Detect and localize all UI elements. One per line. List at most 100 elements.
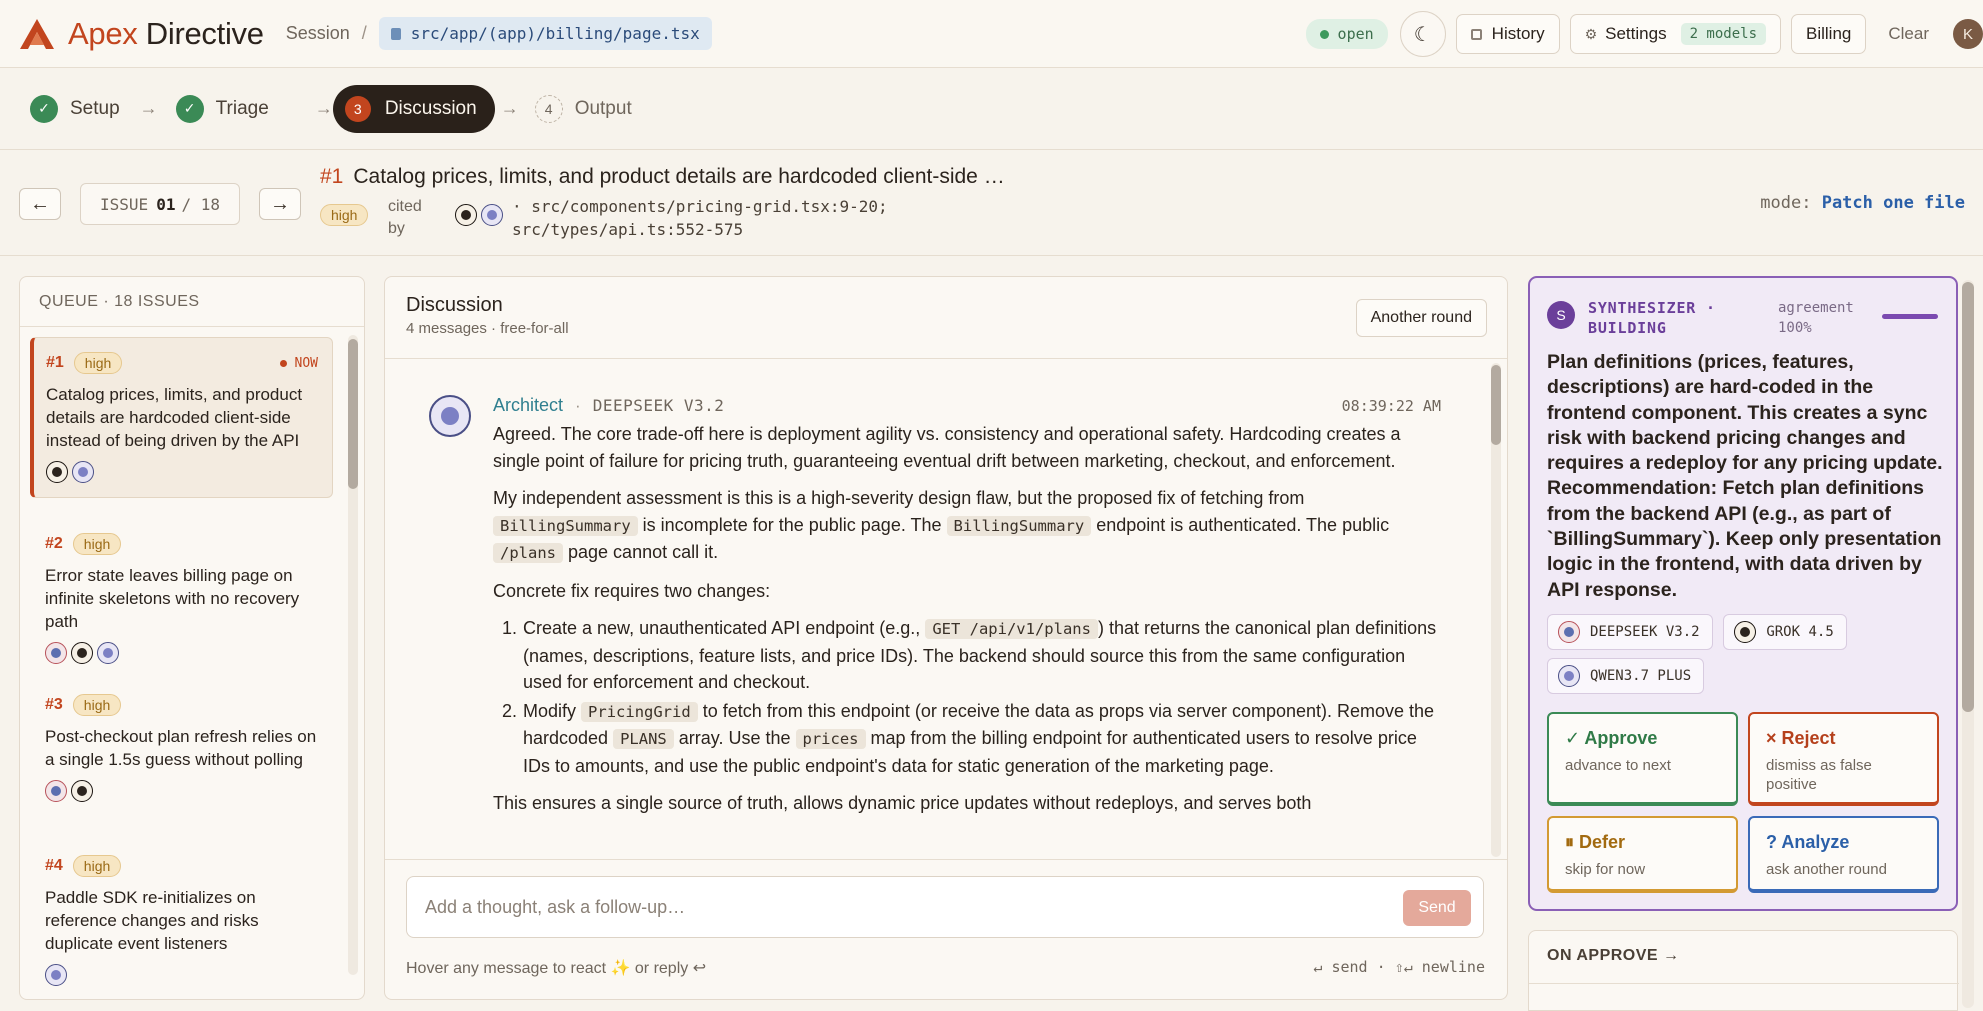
inline-code: GET /api/v1/plans (925, 619, 1098, 639)
step-discussion[interactable]: 3 Discussion (332, 84, 495, 133)
inline-code: prices (795, 729, 866, 749)
defer-subtitle: skip for now (1565, 861, 1646, 878)
send-button[interactable]: Send (1403, 890, 1471, 926)
billing-label: Billing (1806, 24, 1852, 43)
brand[interactable]: Apex Directive (18, 16, 264, 52)
message-body[interactable]: Agreed. The core trade-off here is deplo… (493, 421, 1441, 828)
model-chip[interactable]: DEEPSEEK V3.2 (1547, 614, 1713, 650)
brand-name: Apex Directive (68, 15, 264, 51)
issue-title: #1 Catalog prices, limits, and product de… (320, 165, 1005, 189)
message-text: array. Use the (678, 728, 791, 748)
history-button[interactable]: History (1455, 14, 1560, 54)
model-chip[interactable]: QWEN3.7 PLUS (1547, 658, 1705, 694)
queue-item[interactable]: #2 high Error state leaves billing page … (30, 519, 333, 678)
analyze-button[interactable]: ? Analyze ask another round (1748, 816, 1939, 893)
approve-subtitle: advance to next (1565, 757, 1671, 774)
model-chip-label: QWEN3.7 PLUS (1590, 668, 1692, 684)
arrow-left-icon: ← (30, 192, 50, 215)
cited-files[interactable]: · src/components/pricing-grid.tsx:9-20; … (512, 195, 888, 241)
severity-badge: high (320, 204, 369, 226)
scrollbar-thumb[interactable] (1962, 282, 1974, 712)
mode-value: Patch one file (1821, 193, 1965, 213)
status-dot-icon (1319, 29, 1329, 39)
severity-badge: high (73, 352, 123, 374)
inline-code: BillingSummary (493, 515, 638, 536)
message-text: Create a new, unauthenticated API endpoi… (523, 618, 921, 638)
model-avatar (1558, 665, 1580, 687)
arrow-right-icon: → (139, 98, 158, 118)
check-icon: ✓ (30, 94, 58, 123)
step-output[interactable]: 4 Output (534, 94, 632, 123)
prev-issue-button[interactable]: ← (19, 188, 61, 220)
model-avatar (455, 204, 477, 226)
sidebar-scrollbar[interactable] (1962, 280, 1974, 1008)
reject-button[interactable]: × Reject dismiss as false positive (1748, 712, 1939, 806)
step-number: 3 (344, 95, 371, 122)
reject-subtitle: dismiss as false positive (1766, 757, 1872, 793)
queue-item-text: Catalog prices, limits, and product deta… (46, 385, 303, 450)
model-avatar (45, 642, 67, 664)
approve-title: ✓ Approve (1565, 728, 1658, 748)
inline-code: BillingSummary (946, 515, 1092, 536)
synthesis-text: Plan definitions (prices, features, desc… (1547, 351, 1943, 601)
cited-avatars (455, 204, 507, 226)
clear-button[interactable]: Clear (1888, 24, 1929, 44)
issue-title-text: Catalog prices, limits, and product deta… (353, 165, 1005, 188)
breadcrumb-session[interactable]: Session (286, 23, 350, 44)
model-chips: DEEPSEEK V3.2 GROK 4.5 QWEN3.7 PLUS (1547, 614, 1943, 702)
theme-toggle-button[interactable]: ☾ (1399, 11, 1446, 57)
queue-item[interactable]: #3 high Post-checkout plan refresh relie… (30, 680, 333, 816)
queue-title: QUEUE · 18 ISSUES (20, 277, 364, 327)
step-triage[interactable]: ✓ Triage (175, 94, 269, 123)
moon-icon: ☾ (1413, 23, 1432, 46)
severity-badge: high (72, 533, 122, 555)
message-scrollbar[interactable] (1491, 363, 1501, 857)
another-round-button[interactable]: Another round (1355, 299, 1487, 337)
agreement-bar-fill (1882, 314, 1938, 319)
file-path-chip[interactable]: src/app/(app)/billing/page.tsx (378, 17, 712, 50)
model-avatar (72, 461, 94, 483)
mode-indicator[interactable]: mode: Patch one file (1760, 193, 1965, 213)
issue-number: #1 (320, 165, 344, 188)
synthesizer-label: SYNTHESIZER · BUILDING (1588, 299, 1716, 337)
model-avatar (45, 964, 67, 986)
message-text: Modify (523, 700, 577, 721)
queue-item-avatars (45, 964, 319, 986)
workflow-stepper: ✓ Setup → ✓ Triage → 3 Discussion → 4 Ou… (0, 68, 1983, 150)
now-dot-icon (279, 359, 287, 367)
status-badge: open (1305, 19, 1388, 49)
keyboard-hint: ↵ send · ⇧↵ newline (1313, 958, 1485, 976)
settings-button[interactable]: ⚙ Settings 2 models (1569, 14, 1782, 54)
message-text: My independent assessment is this is a h… (493, 488, 1305, 508)
message-paragraph: Agreed. The core trade-off here is deplo… (493, 424, 1401, 471)
defer-button[interactable]: ⏸ Defer skip for now (1547, 816, 1738, 893)
queue-item[interactable]: #4 high Paddle SDK re-initializes on ref… (30, 841, 333, 999)
mode-label: mode: (1760, 193, 1812, 213)
models-badge: 2 models (1680, 23, 1767, 45)
queue-scrollbar[interactable] (348, 335, 358, 975)
queue-item-number: #1 (46, 354, 64, 371)
scrollbar-thumb[interactable] (1491, 365, 1501, 445)
model-chip[interactable]: GROK 4.5 (1723, 614, 1847, 650)
model-chip-label: DEEPSEEK V3.2 (1590, 624, 1700, 640)
issue-counter: ISSUE 01 / 18 (80, 183, 240, 225)
next-issue-button[interactable]: → (259, 188, 301, 220)
user-avatar[interactable]: K (1953, 19, 1983, 49)
step-setup[interactable]: ✓ Setup (30, 94, 120, 123)
queue-item[interactable]: #1 high NOW Catalog prices, limits, and … (30, 337, 333, 498)
step-label: Triage (215, 97, 269, 119)
approve-button[interactable]: ✓ Approve advance to next (1547, 712, 1738, 806)
billing-button[interactable]: Billing (1791, 14, 1867, 54)
message-input[interactable] (425, 891, 1325, 923)
scrollbar-thumb[interactable] (348, 339, 358, 489)
file-path-text: src/app/(app)/billing/page.tsx (410, 24, 700, 43)
reject-title: × Reject (1766, 728, 1836, 748)
check-icon: ✓ (175, 94, 204, 123)
message-author[interactable]: Architect (493, 395, 563, 416)
on-approve-title[interactable]: ON APPROVE → (1547, 947, 1680, 965)
queue-item-number: #4 (45, 857, 63, 874)
breadcrumb-separator: / (361, 23, 367, 43)
message-paragraph: My independent assessment is this is a h… (493, 485, 1441, 567)
message-text: page cannot call it. (568, 542, 719, 562)
synthesizer-badge: S (1547, 301, 1575, 329)
